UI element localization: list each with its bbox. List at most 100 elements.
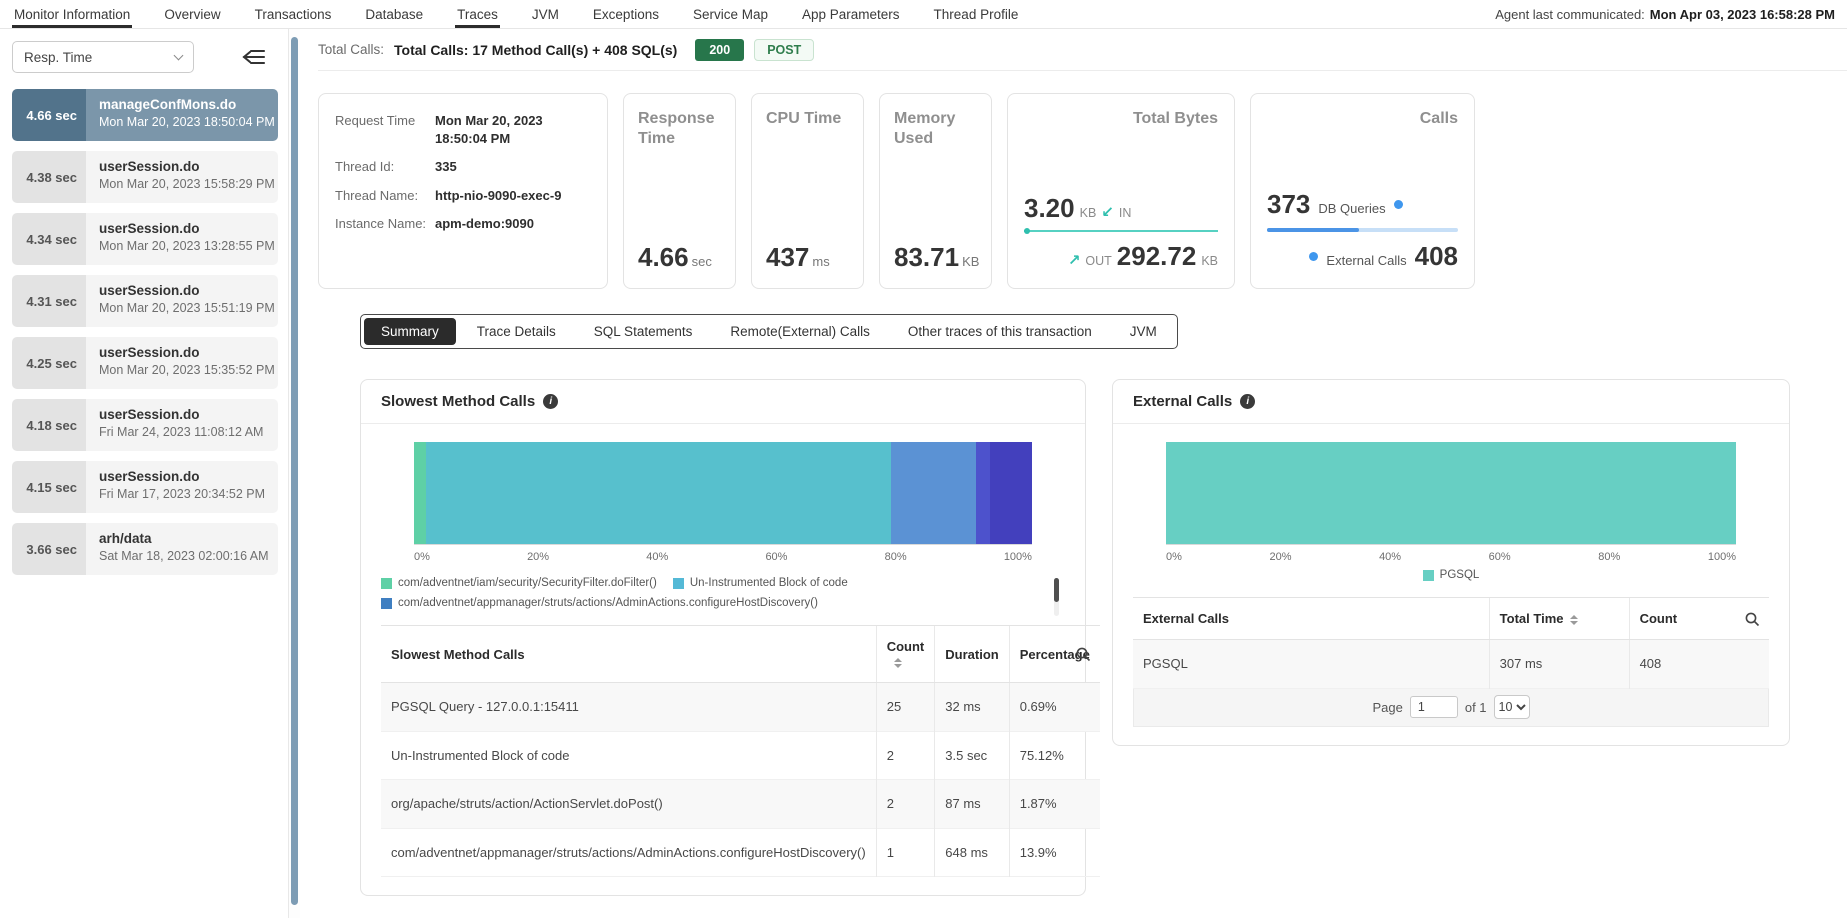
agent-timestamp: Mon Apr 03, 2023 16:58:28 PM	[1650, 7, 1835, 22]
table-header-row: Slowest Method Calls Count Duration Perc…	[381, 626, 1100, 683]
axis-tick-label: 40%	[646, 551, 668, 563]
legend-scrollbar-thumb[interactable]	[1054, 578, 1059, 602]
search-icon[interactable]	[1744, 611, 1760, 627]
trace-response-time: 4.15 sec	[12, 461, 86, 513]
cell-count: 2	[876, 731, 935, 780]
trace-list-item[interactable]: 4.25 sec userSession.do Mon Mar 20, 2023…	[12, 337, 278, 389]
table-row[interactable]: org/apache/struts/action/ActionServlet.d…	[381, 780, 1100, 829]
table-row[interactable]: com/adventnet/appmanager/struts/actions/…	[381, 828, 1100, 877]
bar-segment[interactable]	[414, 442, 426, 544]
column-header[interactable]: Count	[1629, 598, 1769, 640]
column-header[interactable]: External Calls	[1133, 598, 1489, 640]
response-time-card: Response Time 4.66sec	[623, 93, 736, 289]
cell-count: 408	[1629, 640, 1769, 689]
collapse-sidebar-icon[interactable]	[242, 47, 266, 67]
trace-name: userSession.do	[99, 159, 278, 174]
external-calls-label: External Calls	[1326, 253, 1406, 268]
sort-dropdown[interactable]: Resp. Time	[12, 41, 194, 73]
cell-duration: 3.5 sec	[935, 731, 1009, 780]
nav-tab[interactable]: Service Map	[691, 0, 770, 28]
trace-list-item[interactable]: 4.34 sec userSession.do Mon Mar 20, 2023…	[12, 213, 278, 265]
trace-name: userSession.do	[99, 221, 278, 236]
detail-tab[interactable]: Summary	[364, 318, 456, 345]
x-axis: 0%20%40%60%80%100%	[414, 544, 1032, 563]
trace-list-item[interactable]: 3.66 sec arh/data Sat Mar 18, 2023 02:00…	[12, 523, 278, 575]
axis-tick-label: 60%	[765, 551, 787, 563]
external-calls-panel: External Calls i 0%20%40%60%80%100% PGSQ…	[1112, 379, 1790, 746]
bar-segment[interactable]	[1166, 442, 1736, 544]
page-of-label: of 1	[1465, 700, 1487, 715]
bar-segment[interactable]	[990, 442, 1032, 544]
table-row[interactable]: Un-Instrumented Block of code 2 3.5 sec …	[381, 731, 1100, 780]
info-icon[interactable]: i	[543, 394, 558, 409]
trace-sidebar: Resp. Time 4.66 sec manageConfMons.do	[0, 29, 288, 918]
column-header[interactable]: Count	[876, 626, 935, 683]
status-code-badge: 200	[695, 39, 744, 61]
info-icon[interactable]: i	[1240, 394, 1255, 409]
sort-icon[interactable]	[894, 658, 902, 668]
bar-segment[interactable]	[976, 442, 990, 544]
trace-list-item[interactable]: 4.66 sec manageConfMons.do Mon Mar 20, 2…	[12, 89, 278, 141]
detail-tab-label: Trace Details	[477, 324, 556, 339]
trace-list-item[interactable]: 4.38 sec userSession.do Mon Mar 20, 2023…	[12, 151, 278, 203]
page-number-input[interactable]	[1410, 696, 1458, 718]
nav-tab[interactable]: Exceptions	[591, 0, 661, 28]
trace-name: userSession.do	[99, 469, 278, 484]
table-row[interactable]: PGSQL 307 ms 408	[1133, 640, 1769, 689]
nav-tab[interactable]: Database	[363, 0, 425, 28]
bytes-divider	[1024, 230, 1218, 232]
legend-item: com/adventnet/appmanager/struts/actions/…	[381, 597, 818, 609]
panel-title: Slowest Method Calls	[381, 393, 535, 410]
stacked-bar	[1166, 442, 1736, 544]
trace-response-time: 4.38 sec	[12, 151, 86, 203]
nav-tab-label: Thread Profile	[934, 7, 1019, 22]
nav-tab[interactable]: Overview	[162, 0, 222, 28]
column-header[interactable]: Percentage	[1009, 626, 1100, 683]
request-info-value: Mon Mar 20, 2023 18:50:04 PM	[435, 112, 591, 147]
trace-timestamp: Mon Mar 20, 2023 15:35:52 PM	[99, 363, 278, 377]
column-header[interactable]: Slowest Method Calls	[381, 626, 876, 683]
detail-tab[interactable]: Other traces of this transaction	[891, 318, 1109, 345]
sidebar-scrollbar-thumb[interactable]	[291, 37, 298, 905]
request-info-row: Instance Name: apm-demo:9090	[335, 215, 591, 233]
nav-tab[interactable]: Traces	[455, 0, 500, 28]
trace-list-item[interactable]: 4.31 sec userSession.do Mon Mar 20, 2023…	[12, 275, 278, 327]
nav-tab-label: Overview	[164, 7, 220, 22]
arrow-in-icon: ↙	[1101, 203, 1114, 221]
nav-tab[interactable]: Monitor Information	[12, 0, 132, 28]
nav-tab-label: App Parameters	[802, 7, 900, 22]
nav-tab[interactable]: Thread Profile	[932, 0, 1021, 28]
sort-icon[interactable]	[1570, 615, 1578, 625]
table-row[interactable]: PGSQL Query - 127.0.0.1:15411 25 32 ms 0…	[381, 683, 1100, 732]
nav-tab-label: Monitor Information	[14, 7, 130, 22]
chevron-down-icon	[174, 51, 184, 61]
top-navigation: Monitor Information Overview Transaction…	[0, 0, 1847, 29]
column-header[interactable]: Duration	[935, 626, 1009, 683]
pagination-bar: Page of 1 10	[1133, 689, 1769, 727]
cpu-time-unit: ms	[812, 254, 829, 269]
sort-dropdown-value: Resp. Time	[24, 50, 92, 65]
legend-scrollbar-track[interactable]	[1054, 578, 1059, 616]
search-icon[interactable]	[1075, 646, 1091, 662]
bar-segment[interactable]	[426, 442, 890, 544]
nav-tab[interactable]: Transactions	[253, 0, 334, 28]
trace-list-item[interactable]: 4.18 sec userSession.do Fri Mar 24, 2023…	[12, 399, 278, 451]
trace-list-item[interactable]: 4.15 sec userSession.do Fri Mar 17, 2023…	[12, 461, 278, 513]
page-label: Page	[1372, 700, 1402, 715]
detail-tab[interactable]: Trace Details	[460, 318, 573, 345]
agent-label: Agent last communicated:	[1495, 7, 1645, 22]
trace-details: userSession.do Mon Mar 20, 2023 15:51:19…	[86, 275, 278, 327]
detail-tab[interactable]: SQL Statements	[577, 318, 710, 345]
cpu-time-card: CPU Time 437ms	[751, 93, 864, 289]
bar-segment[interactable]	[891, 442, 977, 544]
agent-last-communicated: Agent last communicated: Mon Apr 03, 202…	[1495, 0, 1835, 28]
page-size-select[interactable]: 10	[1494, 695, 1530, 719]
detail-tab[interactable]: JVM	[1113, 318, 1174, 345]
column-header[interactable]: Total Time	[1489, 598, 1629, 640]
detail-tab[interactable]: Remote(External) Calls	[713, 318, 887, 345]
calls-card: Calls 373 DB Queries External Calls 408	[1250, 93, 1475, 289]
axis-tick-label: 100%	[1004, 551, 1032, 563]
summary-panels: Slowest Method Calls i 0%20%40%60%80%100…	[360, 379, 1847, 896]
nav-tab[interactable]: App Parameters	[800, 0, 902, 28]
nav-tab[interactable]: JVM	[530, 0, 561, 28]
